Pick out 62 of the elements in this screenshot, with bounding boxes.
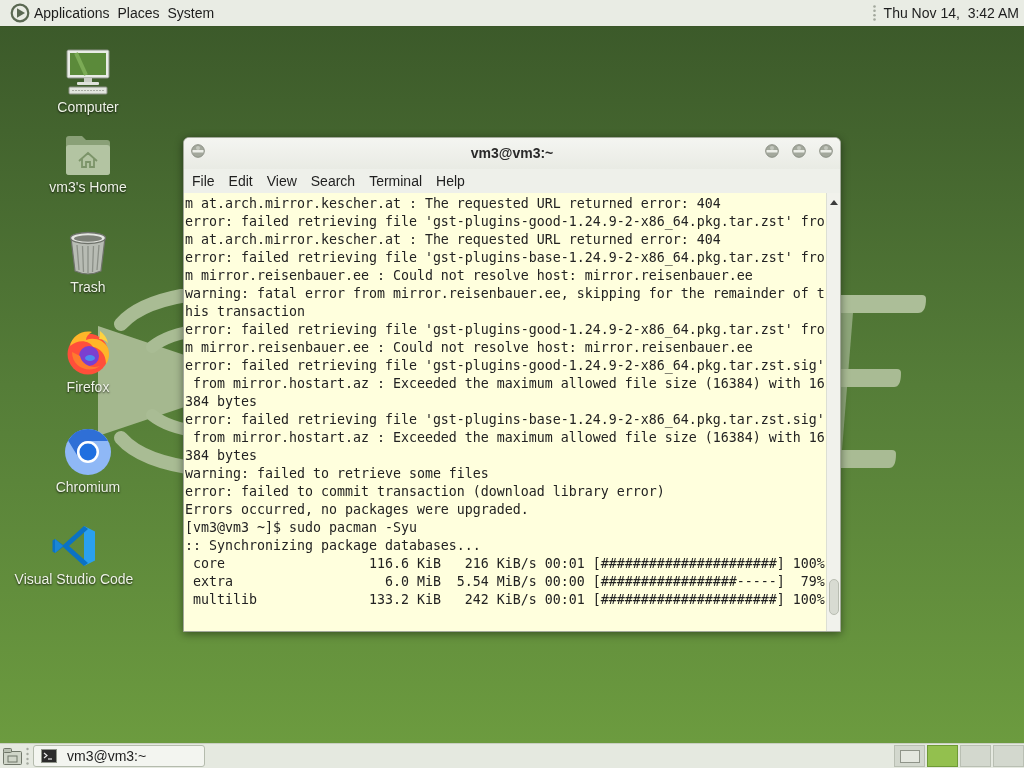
window-title: vm3@vm3:~ <box>470 144 554 162</box>
terminal-line: his transaction <box>185 303 305 321</box>
menu-item[interactable]: Edit <box>221 169 260 193</box>
desktop-icon-label[interactable]: vm3's Home <box>49 179 127 195</box>
terminal-line: 384 bytes <box>185 447 257 465</box>
terminal-line: error: failed retrieving file 'gst-plugins-base-1.24.9-2-x86_64.pkg.tar.zst.sig' <box>185 411 825 429</box>
drag-handle-icon[interactable] <box>872 5 876 21</box>
taskbar-window-button[interactable]: vm3@vm3:~ <box>33 745 205 767</box>
chromium-icon[interactable] <box>64 428 112 476</box>
window-control-icon[interactable] <box>792 144 806 158</box>
terminal-line: from mirror.hostart.az : Exceeded the maximum allowed file size (16384) with 16 <box>192 375 825 393</box>
workspace-button[interactable] <box>960 745 991 767</box>
workspace-button[interactable] <box>894 745 925 767</box>
workspace-button[interactable] <box>993 745 1024 767</box>
window-control-icon[interactable] <box>819 144 833 158</box>
panel-menu[interactable]: Places <box>113 0 164 26</box>
terminal-line: warning: failed to retrieve some files <box>185 465 489 483</box>
show-desktop-icon[interactable] <box>3 747 22 765</box>
menu-item[interactable]: Help <box>429 169 472 193</box>
title-bar[interactable]: vm3@vm3:~ <box>184 138 840 169</box>
terminal-line: :: Synchronizing package databases... <box>185 537 481 555</box>
terminal-line: m mirror.reisenbauer.ee : Could not resolve host: mirror.reisenbauer.ee <box>185 339 753 357</box>
terminal-line: extra 6.0 MiB 5.54 MiB/s 00:00 [#################-----] 79% <box>192 573 825 591</box>
desktop-icon-label[interactable]: Trash <box>70 279 106 295</box>
window-control-icon[interactable] <box>191 144 205 158</box>
terminal-line: error: failed retrieving file 'gst-plugins-good-1.24.9-2-x86_64.pkg.tar.zst' fro <box>185 321 825 339</box>
terminal-line: m at.arch.mirror.kescher.at : The requested URL returned error: 404 <box>185 195 721 213</box>
logo-icon <box>10 3 30 23</box>
terminal-line: m mirror.reisenbauer.ee : Could not resolve host: mirror.reisenbauer.ee <box>185 267 753 285</box>
terminal-line: error: failed retrieving file 'gst-plugins-good-1.24.9-2-x86_64.pkg.tar.zst.sig' <box>185 357 825 375</box>
terminal-line: error: failed to commit transaction (download library error) <box>185 483 665 501</box>
desktop-icon-label[interactable]: Computer <box>57 99 119 115</box>
terminal-icon <box>41 749 57 763</box>
window-control-icon[interactable] <box>765 144 779 158</box>
desktop-icon-label[interactable]: Firefox <box>66 379 110 395</box>
terminal-line: Errors occurred, no packages were upgraded. <box>185 501 529 519</box>
trash-icon[interactable] <box>68 230 108 276</box>
menu-item[interactable]: View <box>259 169 304 193</box>
terminal-line: m at.arch.mirror.kescher.at : The requested URL returned error: 404 <box>185 231 721 249</box>
terminal-line: error: failed retrieving file 'gst-plugins-good-1.24.9-2-x86_64.pkg.tar.zst' fro <box>185 213 825 231</box>
scroll-up-arrow-icon[interactable] <box>829 200 838 205</box>
scrollbar-track[interactable] <box>826 193 840 631</box>
terminal-line: error: failed retrieving file 'gst-plugins-base-1.24.9-2-x86_64.pkg.tar.zst' fro <box>185 249 825 267</box>
menu-item[interactable]: Search <box>303 169 363 193</box>
drag-handle-icon[interactable] <box>26 747 29 765</box>
panel-menu[interactable]: System <box>163 0 219 26</box>
menu-item[interactable]: File <box>185 169 222 193</box>
terminal-line: [vm3@vm3 ~]$ sudo pacman -Syu <box>185 519 417 537</box>
panel-menu[interactable]: Applications <box>6 0 114 26</box>
workspace-button[interactable] <box>927 745 958 767</box>
scrollbar-thumb[interactable] <box>828 579 839 615</box>
terminal-line: from mirror.hostart.az : Exceeded the maximum allowed file size (16384) with 16 <box>192 429 825 447</box>
computer-icon[interactable] <box>64 48 112 96</box>
menu-item[interactable]: Terminal <box>362 169 430 193</box>
terminal-line: core 116.6 KiB 216 KiB/s 00:01 [######################] 100% <box>192 555 825 573</box>
terminal-line: warning: fatal error from mirror.reisenbauer.ee, skipping for the remainder of t <box>185 285 825 303</box>
terminal-line: 384 bytes <box>185 393 257 411</box>
terminal-line: multilib 133.2 KiB 242 KiB/s 00:01 [######################] 100% <box>192 591 825 609</box>
home-folder-icon[interactable] <box>65 134 111 176</box>
desktop-icon-label[interactable]: Chromium <box>55 479 121 495</box>
vscode-icon[interactable] <box>52 524 96 568</box>
clock[interactable]: Thu Nov 14, 3:42 AM <box>883 4 1019 22</box>
